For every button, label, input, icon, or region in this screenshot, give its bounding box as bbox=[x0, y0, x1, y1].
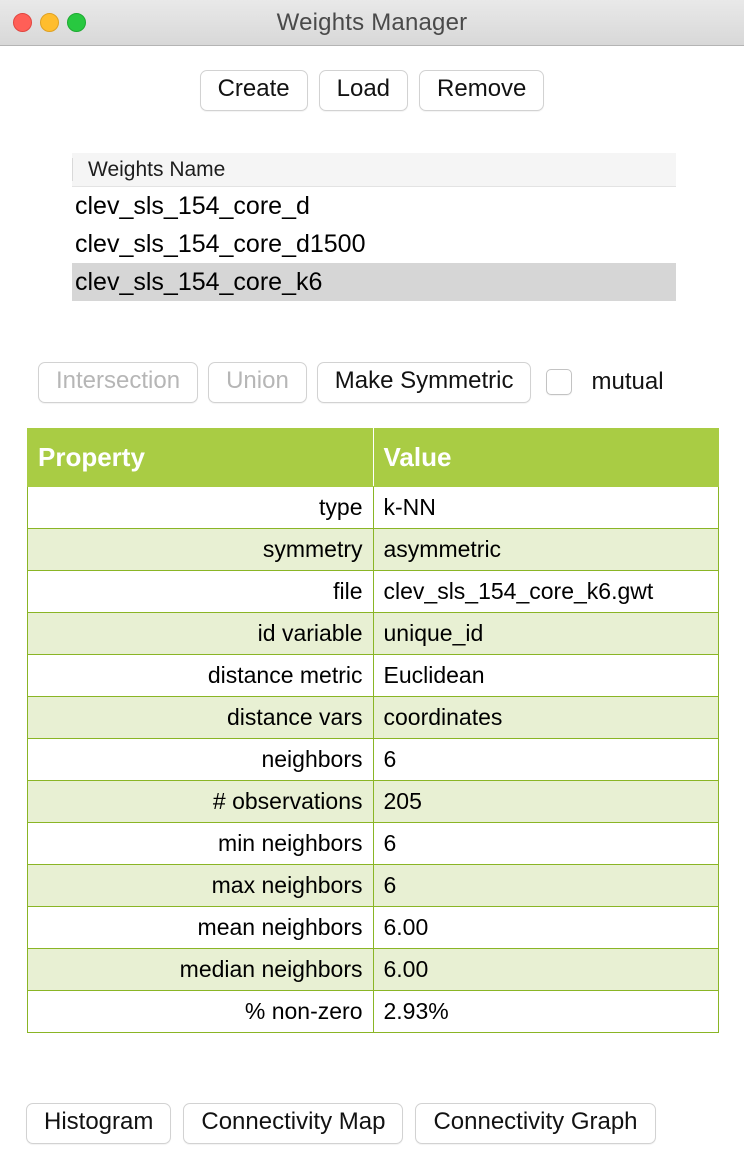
property-key: id variable bbox=[27, 612, 374, 655]
table-row: neighbors 6 bbox=[27, 738, 719, 781]
connectivity-map-button[interactable]: Connectivity Map bbox=[183, 1103, 404, 1144]
table-row: median neighbors 6.00 bbox=[27, 948, 719, 991]
table-row: # observations 205 bbox=[27, 780, 719, 823]
create-button[interactable]: Create bbox=[199, 70, 308, 111]
value-column-header: Value bbox=[372, 428, 719, 487]
minimize-window-icon[interactable] bbox=[40, 13, 59, 32]
property-value: coordinates bbox=[372, 696, 719, 739]
property-value: k-NN bbox=[372, 486, 719, 529]
property-key: neighbors bbox=[27, 738, 374, 781]
table-row: % non-zero 2.93% bbox=[27, 990, 719, 1033]
property-value: 6 bbox=[372, 822, 719, 865]
property-key: file bbox=[27, 570, 374, 613]
list-item[interactable]: clev_sls_154_core_d1500 bbox=[72, 225, 676, 263]
property-key: distance vars bbox=[27, 696, 374, 739]
table-row: id variable unique_id bbox=[27, 612, 719, 655]
remove-button[interactable]: Remove bbox=[419, 70, 545, 111]
load-button[interactable]: Load bbox=[318, 70, 409, 111]
table-row: distance metric Euclidean bbox=[27, 654, 719, 697]
visualization-toolbar: Histogram Connectivity Map Connectivity … bbox=[26, 1103, 656, 1144]
mutual-checkbox-label: mutual bbox=[591, 368, 664, 396]
table-row: distance vars coordinates bbox=[27, 696, 719, 739]
mutual-checkbox[interactable] bbox=[546, 369, 573, 396]
property-key: mean neighbors bbox=[27, 906, 374, 949]
weights-list-header[interactable]: Weights Name bbox=[72, 153, 676, 187]
intersection-button[interactable]: Intersection bbox=[38, 362, 199, 403]
list-item[interactable]: clev_sls_154_core_d bbox=[72, 187, 676, 225]
window-title: Weights Manager bbox=[276, 8, 468, 36]
weights-toolbar: Create Load Remove bbox=[0, 70, 744, 111]
make-symmetric-button[interactable]: Make Symmetric bbox=[316, 362, 532, 403]
property-key: type bbox=[27, 486, 374, 529]
property-value: 6 bbox=[372, 864, 719, 907]
table-row: min neighbors 6 bbox=[27, 822, 719, 865]
connectivity-graph-button[interactable]: Connectivity Graph bbox=[415, 1103, 656, 1144]
property-value: 6.00 bbox=[372, 906, 719, 949]
table-row: type k-NN bbox=[27, 486, 719, 529]
property-key: % non-zero bbox=[27, 990, 374, 1033]
maximize-window-icon[interactable] bbox=[67, 13, 86, 32]
close-window-icon[interactable] bbox=[13, 13, 32, 32]
weights-list[interactable]: Weights Name clev_sls_154_core_d clev_sl… bbox=[72, 153, 676, 301]
table-row: symmetry asymmetric bbox=[27, 528, 719, 571]
property-value: Euclidean bbox=[372, 654, 719, 697]
property-key: distance metric bbox=[27, 654, 374, 697]
table-row: max neighbors 6 bbox=[27, 864, 719, 907]
property-key: min neighbors bbox=[27, 822, 374, 865]
property-key: median neighbors bbox=[27, 948, 374, 991]
set-operations-toolbar: Intersection Union Make Symmetric mutual bbox=[38, 362, 664, 403]
property-value: unique_id bbox=[372, 612, 719, 655]
table-header-row: Property Value bbox=[27, 428, 719, 487]
table-row: mean neighbors 6.00 bbox=[27, 906, 719, 949]
histogram-button[interactable]: Histogram bbox=[26, 1103, 172, 1144]
property-value: asymmetric bbox=[372, 528, 719, 571]
table-row: file clev_sls_154_core_k6.gwt bbox=[27, 570, 719, 613]
property-value: 6.00 bbox=[372, 948, 719, 991]
property-column-header: Property bbox=[27, 428, 374, 487]
weights-name-column-header: Weights Name bbox=[88, 157, 226, 181]
property-value: 205 bbox=[372, 780, 719, 823]
union-button[interactable]: Union bbox=[208, 362, 307, 403]
weights-properties-table: Property Value type k-NN symmetry asymme… bbox=[27, 428, 719, 1033]
property-key: # observations bbox=[27, 780, 374, 823]
property-value: clev_sls_154_core_k6.gwt bbox=[372, 570, 719, 613]
list-item[interactable]: clev_sls_154_core_k6 bbox=[72, 263, 676, 301]
window-titlebar: Weights Manager bbox=[0, 0, 744, 46]
property-value: 6 bbox=[372, 738, 719, 781]
property-key: symmetry bbox=[27, 528, 374, 571]
property-value: 2.93% bbox=[372, 990, 719, 1033]
property-key: max neighbors bbox=[27, 864, 374, 907]
window-controls bbox=[13, 0, 86, 45]
